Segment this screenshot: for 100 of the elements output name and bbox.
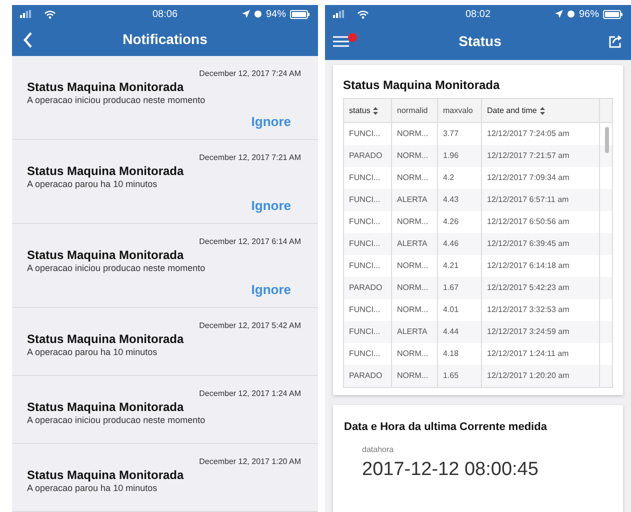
signal-icon <box>333 10 345 18</box>
table-cell: 12/12/2017 6:39:45 am <box>487 238 570 250</box>
notification-date: December 12, 2017 1:20 AM <box>199 456 301 468</box>
table-cell: NORM... <box>397 150 428 162</box>
table-cell: 1.67 <box>443 282 459 294</box>
table-cell: NORM... <box>397 282 428 294</box>
table-cell: 12/12/2017 6:14:18 am <box>487 260 570 272</box>
notification-date: December 12, 2017 6:14 AM <box>199 236 301 248</box>
table-cell: FUNCI... <box>349 128 380 140</box>
notification-date: December 12, 2017 5:42 AM <box>199 320 301 332</box>
table-cell: 4.26 <box>443 216 459 228</box>
notification-title: Status Maquina Monitorada <box>27 80 185 94</box>
table-cell: FUNCI... <box>349 326 380 338</box>
notification-title: Status Maquina Monitorada <box>27 164 185 178</box>
table-cell: 12/12/2017 1:20:20 am <box>487 370 570 382</box>
notification-card[interactable]: December 12, 2017 1:20 AM Status Maquina Monitorada A operacao parou ha 10 minutos <box>12 444 318 512</box>
table-cell: 12/12/2017 5:42:23 am <box>487 282 570 294</box>
location-arrow-icon <box>242 10 250 18</box>
table-cell: ALERTA <box>397 238 428 250</box>
table-cell: 1.65 <box>443 370 459 382</box>
table-cell: 4.2 <box>443 172 454 184</box>
wifi-icon <box>357 10 369 18</box>
table-cell: NORM... <box>397 304 428 316</box>
field-label: datahora <box>362 444 395 456</box>
table-cell: 12/12/2017 3:32:53 am <box>487 304 570 316</box>
table-cell: FUNCI... <box>349 172 380 184</box>
table-cell: 4.44 <box>443 326 459 338</box>
table-cell: 4.46 <box>443 238 459 250</box>
table-cell: 4.01 <box>443 304 459 316</box>
notification-message: A operacao parou ha 10 minutos <box>27 178 158 191</box>
table-cell: NORM... <box>397 128 428 140</box>
table-cell: FUNCI... <box>349 216 380 228</box>
table-cell: 12/12/2017 7:24:05 am <box>487 128 570 140</box>
table-cell: PARADO <box>349 150 382 162</box>
battery-icon <box>290 10 310 18</box>
table-cell: 12/12/2017 7:09:34 am <box>487 172 570 184</box>
notification-card[interactable]: December 12, 2017 7:21 AM Status Maquina Monitorada A operacao parou ha 10 minutos Ignore <box>12 140 318 224</box>
table-cell: 3.77 <box>443 128 459 140</box>
notification-title: Status Maquina Monitorada <box>27 400 185 414</box>
table-cell: 12/12/2017 6:57:11 am <box>487 194 569 206</box>
table-cell: NORM... <box>397 172 428 184</box>
table-cell: NORM... <box>397 260 428 272</box>
table-cell: PARADO <box>349 370 382 382</box>
notification-card[interactable]: December 12, 2017 7:24 AM Status Maquina Monitorada A operacao iniciou producao neste momento Ignore <box>12 56 318 140</box>
notification-date: December 12, 2017 7:21 AM <box>199 152 301 164</box>
scrollbar-icon <box>605 127 609 153</box>
notification-message: A operacao iniciou producao neste momento <box>27 94 206 107</box>
notification-card[interactable]: December 12, 2017 6:14 AM Status Maquina Monitorada A operacao iniciou producao neste momento Ignore <box>12 224 318 308</box>
notification-date: December 12, 2017 7:24 AM <box>199 68 301 80</box>
notification-card[interactable]: December 12, 2017 1:24 AM Status Maquina Monitorada A operacao iniciou producao neste momento <box>12 376 318 444</box>
table-cell: 4.18 <box>443 348 459 360</box>
sort-icon <box>373 106 378 114</box>
wifi-icon <box>44 10 56 18</box>
notification-message: A operacao parou ha 10 minutos <box>27 346 158 359</box>
menu-icon <box>333 36 349 47</box>
table-cell: ALERTA <box>397 194 428 206</box>
table-cell: NORM... <box>397 216 428 228</box>
back-chevron-icon <box>23 32 33 48</box>
table-cell: 12/12/2017 3:24:59 am <box>487 326 570 338</box>
table-cell: 4.43 <box>443 194 459 206</box>
notification-date: December 12, 2017 1:24 AM <box>199 388 301 400</box>
table-cell: NORM... <box>397 348 428 360</box>
battery-percent: 96% <box>578 8 599 22</box>
table-cell: ALERTA <box>397 326 428 338</box>
screen-title: Notifications <box>122 30 208 49</box>
sort-icon <box>540 106 545 114</box>
battery-percent: 94% <box>266 8 286 22</box>
table-cell: FUNCI... <box>349 348 380 360</box>
notification-title: Status Maquina Monitorada <box>27 332 185 346</box>
table-cell: PARADO <box>349 282 382 294</box>
signal-icon <box>20 10 32 18</box>
table-cell: FUNCI... <box>349 238 380 250</box>
column-header[interactable]: status <box>344 99 392 122</box>
battery-icon <box>603 10 623 18</box>
clock-time: 08:02 <box>464 8 492 22</box>
clock-time: 08:06 <box>151 8 179 22</box>
share-button[interactable] <box>607 34 623 50</box>
notification-title: Status Maquina Monitorada <box>27 248 185 262</box>
table-cell: 1.96 <box>443 150 459 162</box>
notification-message: A operacao iniciou producao neste momento <box>27 262 206 275</box>
table-cell: 12/12/2017 1:24:11 am <box>487 348 569 360</box>
column-header[interactable]: normalid <box>392 99 438 122</box>
table-cell: 4.21 <box>443 260 459 272</box>
share-icon <box>608 35 622 48</box>
notification-card[interactable]: December 12, 2017 5:42 AM Status Maquina Monitorada A operacao parou ha 10 minutos <box>12 308 318 376</box>
card-title: Data e Hora da ultima Corrente medida <box>344 420 548 435</box>
field-value: 2017-12-12 08:00:45 <box>362 458 540 482</box>
notification-message: A operacao parou ha 10 minutos <box>27 482 158 495</box>
notification-message: A operacao iniciou producao neste momento <box>27 414 206 427</box>
table-cell: 12/12/2017 7:21:57 am <box>487 150 570 162</box>
table-cell: NORM... <box>397 370 428 382</box>
table-cell: FUNCI... <box>349 304 380 316</box>
column-header[interactable]: Date and time <box>482 99 600 122</box>
table-cell: FUNCI... <box>349 260 380 272</box>
table-cell: 12/12/2017 6:50:56 am <box>487 216 570 228</box>
location-arrow-icon <box>554 10 563 18</box>
column-header[interactable]: maxvalo <box>438 99 482 122</box>
screen-title: Status <box>458 32 502 51</box>
table-cell: FUNCI... <box>349 194 380 206</box>
card-title: Status Maquina Monitorada <box>343 77 501 94</box>
